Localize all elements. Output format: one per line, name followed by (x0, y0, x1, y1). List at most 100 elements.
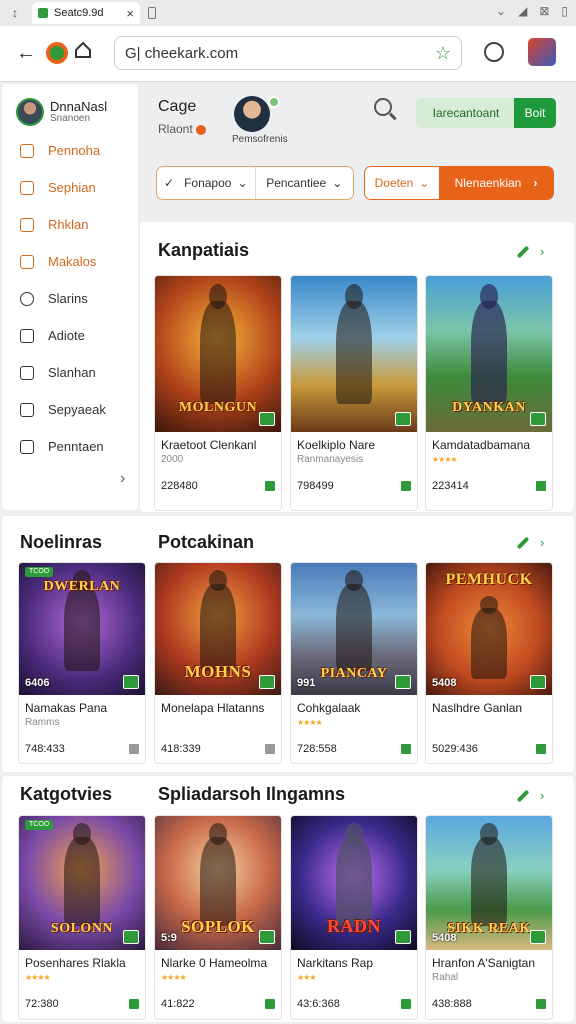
sidebar-item-label: Adiote (48, 328, 85, 343)
sidebar-item-1[interactable]: Sephian (2, 169, 138, 206)
avatar (16, 98, 44, 126)
sort-apply-button[interactable]: Nlenaenkian › (439, 167, 553, 199)
star-icon[interactable] (536, 481, 546, 491)
character-figure (200, 570, 236, 672)
sidebar-item-5[interactable]: Adiote (2, 317, 138, 354)
sidebar-item-6[interactable]: Slanhan (2, 354, 138, 391)
character-figure (64, 823, 100, 926)
caret-icon: ⌄ (332, 176, 343, 190)
check-icon: ✓ (164, 176, 175, 190)
address-bar[interactable]: G| cheekark.com ☆ (114, 36, 462, 70)
sidebar-item-label: Pennoha (48, 143, 101, 158)
sidebar-item-3[interactable]: Makalos (2, 243, 138, 280)
history-clock-icon[interactable] (484, 42, 504, 62)
card-subtitle: 2000 (161, 454, 184, 465)
game-card[interactable]: SOPLOK 5:9 Nlarke 0 Hameolma ★★★★ 41:822 (154, 815, 282, 1020)
card-title: Koelkiplo Nare (297, 438, 376, 452)
sidebar-item-label: Slanhan (48, 365, 96, 380)
back-icon[interactable]: ← (16, 42, 36, 65)
game-card[interactable]: DYANKAN Kamdatadbamana ★★★★ 223414 (425, 275, 553, 511)
game-card[interactable]: SIKK REAK 5408 Hranfon A'Sanigtan Rahal … (425, 815, 553, 1020)
sidebar-item-0[interactable]: Pennoha (2, 132, 138, 169)
card-subtitle: Ramms (25, 717, 60, 728)
folder-icon (20, 143, 34, 158)
grid-icon[interactable] (265, 744, 275, 754)
chart-icon[interactable] (401, 481, 411, 491)
chart-icon[interactable] (265, 999, 275, 1009)
sort-select[interactable]: Doeten ⌄ (365, 167, 439, 199)
home-icon[interactable] (74, 41, 92, 59)
game-card[interactable]: Koelkiplo Nare Ranmanayesis 798499 (290, 275, 418, 511)
game-card[interactable]: RADN Narkitans Rap ★★★ 43:6:368 (290, 815, 418, 1020)
star-icon[interactable] (536, 999, 546, 1009)
badge-icon (530, 675, 546, 689)
character-figure (471, 284, 507, 404)
sidebar-item-8[interactable]: Penntaen (2, 428, 138, 465)
game-card[interactable]: MOHNS Monelapa Hlatanns 418:339 (154, 562, 282, 764)
grid-icon[interactable] (129, 744, 139, 754)
badge-icon (259, 675, 275, 689)
filter-second[interactable]: Pencantiee ⌄ (254, 167, 354, 199)
wifi-icon: ⌄ (496, 4, 507, 18)
badge-icon (395, 675, 411, 689)
sidebar-item-4[interactable]: Slarins (2, 280, 138, 317)
chart-icon[interactable] (401, 744, 411, 754)
tab-close-icon[interactable]: × (126, 6, 134, 21)
extension-icon[interactable] (528, 38, 556, 66)
site-logo-icon[interactable] (46, 42, 68, 64)
edit-icon[interactable] (516, 789, 530, 802)
browser-toolbar: ← G| cheekark.com ☆ (0, 26, 576, 82)
url-text: G| cheekark.com (125, 44, 239, 62)
sidebar-item-label: Rhklan (48, 217, 89, 232)
game-card[interactable]: TCOO DWERLAN 6406 Namakas Pana Ramms 748… (18, 562, 146, 764)
folder-icon (20, 180, 34, 195)
sidebar-item-7[interactable]: Sepyaeak (2, 391, 138, 428)
chevron-right-icon[interactable]: › (540, 788, 544, 803)
card-count: 798499 (297, 480, 334, 492)
game-card[interactable]: TCOO SOLONN Posenhares Rlakla ★★★★ 72:38… (18, 815, 146, 1020)
content-header: Cage Rlaont Pemsofrenis Iarecantoant Boi… (138, 84, 576, 214)
profile-label: Pemsofrenis (232, 134, 288, 145)
sidebar-chevron-icon[interactable]: › (120, 470, 125, 488)
edit-icon[interactable] (516, 536, 530, 549)
user-name: DnnaNasl (50, 98, 108, 114)
chevron-right-icon[interactable]: › (540, 244, 544, 259)
chevron-right-icon[interactable]: › (540, 535, 544, 550)
filter-first[interactable]: ✓ Fonapoo ⌄ (157, 167, 255, 199)
user-subtitle: Snanoen (50, 112, 91, 124)
badge-icon (395, 930, 411, 944)
game-artwork: RADN (291, 816, 417, 950)
chart-icon[interactable] (401, 999, 411, 1009)
sidebar: DnnaNasl Snanoen Pennoha Sephian Rhklan … (2, 84, 138, 510)
card-subtitle (426, 715, 552, 729)
card-count: 418:339 (161, 743, 201, 755)
card-title: Monelapa Hlatanns (161, 701, 265, 715)
card-rating: ★★★★ (297, 718, 323, 727)
profile-avatar[interactable] (234, 96, 270, 132)
game-logo: RADN (326, 915, 381, 936)
sidebar-user[interactable]: DnnaNasl Snanoen (2, 84, 138, 128)
character-figure (336, 570, 372, 672)
edit-icon[interactable] (516, 245, 530, 258)
game-artwork: MOLNGUN (155, 276, 281, 432)
primary-action-button[interactable]: Iarecantoant (416, 98, 516, 128)
game-card[interactable]: MOLNGUN Kraetoot Clenkanl 2000 228480 (154, 275, 282, 511)
star-icon[interactable] (536, 744, 546, 754)
game-card[interactable]: PEMHUCK 5408 Naslhdre Ganlan 5029:436 (425, 562, 553, 764)
grid-icon[interactable] (129, 999, 139, 1009)
download-icon[interactable] (265, 481, 275, 491)
card-count: 438:888 (432, 998, 472, 1010)
character-figure (471, 823, 507, 926)
image-icon (20, 402, 34, 417)
card-count: 748:433 (25, 743, 65, 755)
secondary-action-button[interactable]: Boit (514, 98, 556, 128)
section-title: Spliadarsoh Ilngamns (158, 784, 346, 804)
game-card[interactable]: PIANCAY 991 Cohkgalaak ★★★★ 728:558 (290, 562, 418, 764)
character-figure (200, 823, 236, 926)
card-subtitle (155, 715, 281, 729)
browser-tab[interactable]: Seatc9.9d × (32, 2, 140, 24)
sidebar-item-2[interactable]: Rhklan (2, 206, 138, 243)
bookmark-star-icon[interactable]: ☆ (435, 43, 451, 64)
search-icon[interactable] (374, 98, 392, 116)
new-tab-icon[interactable] (148, 7, 156, 19)
